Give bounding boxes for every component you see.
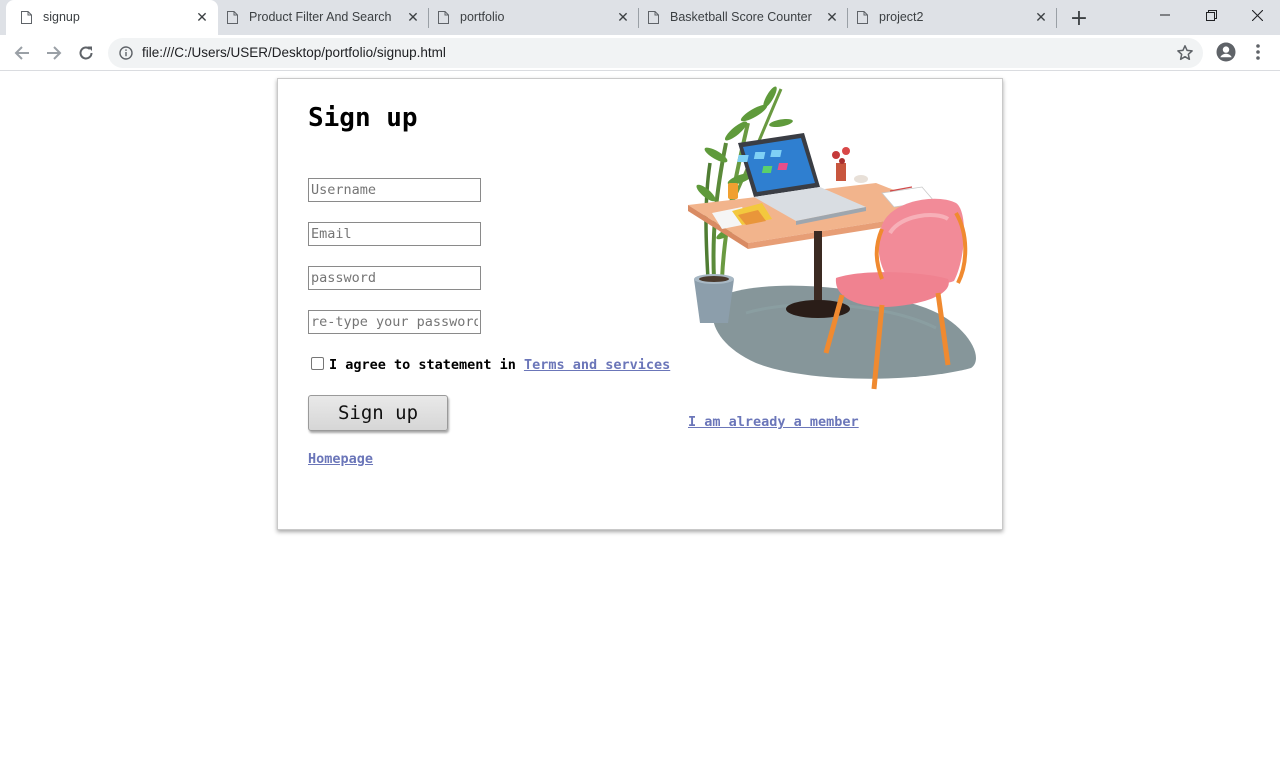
tab-title: Basketball Score Counter — [670, 10, 812, 24]
password-input[interactable] — [308, 266, 481, 290]
desk-illustration — [688, 86, 976, 390]
reload-icon[interactable] — [74, 41, 98, 65]
restore-icon[interactable] — [1188, 0, 1234, 30]
tab-title: project2 — [879, 10, 924, 24]
kebab-menu-icon[interactable] — [1250, 43, 1266, 61]
close-tab-icon[interactable]: ✕ — [194, 9, 210, 25]
close-window-icon[interactable] — [1234, 0, 1280, 30]
document-icon — [227, 11, 238, 24]
agree-text: I agree to statement in — [329, 357, 516, 373]
new-tab-icon[interactable]: + — [1068, 6, 1090, 31]
terms-link[interactable]: Terms and services — [524, 357, 670, 373]
signup-card: Sign up I agree to statement in Terms an… — [277, 78, 1003, 530]
browser-toolbar: file:///C:/Users/USER/Desktop/portfolio/… — [0, 35, 1280, 71]
tab-basketball[interactable]: Basketball Score Counter ✕ — [633, 0, 847, 35]
bookmark-star-icon[interactable] — [1176, 44, 1194, 62]
homepage-link[interactable]: Homepage — [308, 451, 373, 467]
close-tab-icon[interactable]: ✕ — [824, 9, 840, 25]
minimize-icon[interactable] — [1142, 0, 1188, 30]
tab-strip: signup ✕ Product Filter And Search ✕ por… — [0, 0, 1280, 35]
agree-checkbox[interactable] — [311, 357, 324, 370]
document-icon — [857, 11, 868, 24]
document-icon — [648, 11, 659, 24]
tab-divider — [1056, 8, 1057, 28]
profile-avatar-icon[interactable] — [1216, 42, 1236, 62]
forward-arrow-icon[interactable] — [42, 41, 66, 65]
document-icon — [21, 11, 32, 24]
address-bar[interactable]: file:///C:/Users/USER/Desktop/portfolio/… — [108, 38, 1203, 68]
already-member-link[interactable]: I am already a member — [688, 414, 859, 430]
close-tab-icon[interactable]: ✕ — [615, 9, 631, 25]
tab-title: Product Filter And Search — [249, 10, 392, 24]
terms-agreement: I agree to statement in Terms and servic… — [311, 357, 670, 373]
username-input[interactable] — [308, 178, 481, 202]
close-tab-icon[interactable]: ✕ — [1033, 9, 1049, 25]
info-icon[interactable] — [119, 46, 133, 60]
tab-signup[interactable]: signup ✕ — [6, 0, 218, 35]
tab-project2[interactable]: project2 ✕ — [842, 0, 1056, 35]
email-input[interactable] — [308, 222, 481, 246]
url-text[interactable]: file:///C:/Users/USER/Desktop/portfolio/… — [142, 45, 446, 60]
signup-button[interactable]: Sign up — [308, 395, 448, 431]
tab-portfolio[interactable]: portfolio ✕ — [423, 0, 637, 35]
close-tab-icon[interactable]: ✕ — [405, 9, 421, 25]
back-arrow-icon[interactable] — [10, 41, 34, 65]
page-title: Sign up — [308, 103, 418, 133]
tab-product-filter[interactable]: Product Filter And Search ✕ — [212, 0, 426, 35]
document-icon — [438, 11, 449, 24]
tab-title: portfolio — [460, 10, 505, 24]
tab-title: signup — [43, 10, 80, 24]
retype-password-input[interactable] — [308, 310, 481, 334]
